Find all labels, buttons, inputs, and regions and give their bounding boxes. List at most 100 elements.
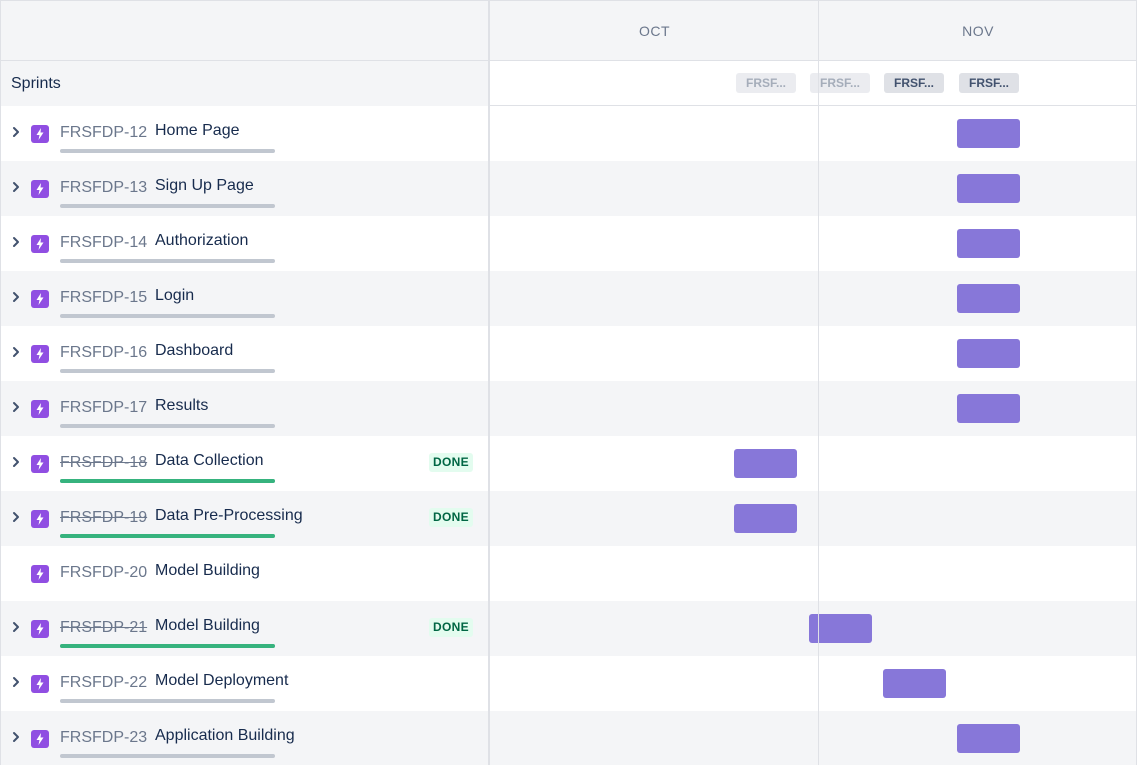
issue-title[interactable]: Data Pre-Processing xyxy=(155,506,303,526)
chevron-right-icon[interactable] xyxy=(9,290,23,304)
grid-border xyxy=(0,0,1,765)
issue-row[interactable]: FRSFDP-17 Results xyxy=(0,381,1137,436)
progress-bar xyxy=(60,204,275,208)
timeline-bar[interactable] xyxy=(957,724,1020,753)
timeline-bar[interactable] xyxy=(957,229,1020,258)
issue-key[interactable]: FRSFDP-12 xyxy=(60,123,147,143)
issue-key[interactable]: FRSFDP-21 xyxy=(60,618,147,638)
issue-title[interactable]: Home Page xyxy=(155,121,240,141)
epic-lightning-icon xyxy=(31,455,49,473)
issue-row[interactable]: FRSFDP-16 Dashboard xyxy=(0,326,1137,381)
timeline-bar[interactable] xyxy=(957,284,1020,313)
progress-bar xyxy=(60,259,275,263)
issue-title[interactable]: Login xyxy=(155,286,194,306)
status-badge: DONE xyxy=(429,618,473,637)
chevron-right-icon[interactable] xyxy=(9,620,23,634)
chevron-right-icon[interactable] xyxy=(9,510,23,524)
timeline-bar[interactable] xyxy=(734,504,797,533)
chevron-right-icon[interactable] xyxy=(9,235,23,249)
sprint-chip[interactable]: FRSF... xyxy=(736,73,796,93)
epic-lightning-icon xyxy=(31,235,49,253)
issue-title[interactable]: Sign Up Page xyxy=(155,176,254,196)
chevron-right-icon[interactable] xyxy=(9,675,23,689)
progress-bar-fill xyxy=(60,534,275,538)
chevron-right-icon[interactable] xyxy=(9,400,23,414)
epic-lightning-icon xyxy=(31,290,49,308)
epic-lightning-icon xyxy=(31,345,49,363)
timeline-bar[interactable] xyxy=(883,669,946,698)
chevron-right-icon[interactable] xyxy=(9,345,23,359)
issue-key[interactable]: FRSFDP-19 xyxy=(60,508,147,528)
chevron-right-icon[interactable] xyxy=(9,180,23,194)
issue-row[interactable]: FRSFDP-18 Data Collection DONE xyxy=(0,436,1137,491)
month-label-nov: NOV xyxy=(962,23,994,39)
epic-lightning-icon xyxy=(31,125,49,143)
issue-row[interactable]: FRSFDP-13 Sign Up Page xyxy=(0,161,1137,216)
issue-title[interactable]: Model Deployment xyxy=(155,671,288,691)
issue-title[interactable]: Results xyxy=(155,396,208,416)
issue-key[interactable]: FRSFDP-14 xyxy=(60,233,147,253)
sprint-chip[interactable]: FRSF... xyxy=(959,73,1019,93)
sprints-label-cell xyxy=(0,61,489,106)
progress-bar xyxy=(60,424,275,428)
issue-key[interactable]: FRSFDP-13 xyxy=(60,178,147,198)
timeline-bar[interactable] xyxy=(957,394,1020,423)
issue-key[interactable]: FRSFDP-16 xyxy=(60,343,147,363)
issue-title[interactable]: Application Building xyxy=(155,726,295,746)
progress-bar xyxy=(60,534,275,538)
progress-bar-fill xyxy=(60,644,275,648)
list-timeline-divider[interactable] xyxy=(488,0,490,765)
progress-bar xyxy=(60,754,275,758)
roadmap-view: OCT NOV Sprints FRSF... FRSF... FRSF... … xyxy=(0,0,1137,765)
progress-bar xyxy=(60,149,275,153)
timeline-bar[interactable] xyxy=(957,339,1020,368)
timeline-bar[interactable] xyxy=(957,174,1020,203)
progress-bar-fill xyxy=(60,479,275,483)
issue-title[interactable]: Dashboard xyxy=(155,341,233,361)
issue-title[interactable]: Authorization xyxy=(155,231,248,251)
sprints-label: Sprints xyxy=(11,75,61,92)
chevron-right-icon[interactable] xyxy=(9,125,23,139)
issue-row[interactable]: FRSFDP-22 Model Deployment xyxy=(0,656,1137,711)
sprint-chip[interactable]: FRSF... xyxy=(884,73,944,93)
epic-lightning-icon xyxy=(31,620,49,638)
month-label-oct: OCT xyxy=(638,23,671,39)
sprints-row: Sprints FRSF... FRSF... FRSF... FRSF... xyxy=(0,61,1137,106)
epic-lightning-icon xyxy=(31,510,49,528)
timeline-bar[interactable] xyxy=(957,119,1020,148)
progress-bar xyxy=(60,479,275,483)
issue-row[interactable]: FRSFDP-14 Authorization xyxy=(0,216,1137,271)
chevron-right-icon[interactable] xyxy=(9,455,23,469)
progress-bar xyxy=(60,314,275,318)
progress-bar xyxy=(60,699,275,703)
issue-key[interactable]: FRSFDP-20 xyxy=(60,563,147,583)
issue-row[interactable]: FRSFDP-12 Home Page xyxy=(0,106,1137,161)
epic-lightning-icon xyxy=(31,180,49,198)
issue-key[interactable]: FRSFDP-23 xyxy=(60,728,147,748)
month-gridline xyxy=(818,0,819,765)
issue-row[interactable]: FRSFDP-23 Application Building xyxy=(0,711,1137,765)
chevron-right-icon[interactable] xyxy=(9,730,23,744)
issue-row[interactable]: FRSFDP-21 Model Building DONE xyxy=(0,601,1137,656)
issue-key[interactable]: FRSFDP-22 xyxy=(60,673,147,693)
status-badge: DONE xyxy=(429,453,473,472)
issue-key[interactable]: FRSFDP-18 xyxy=(60,453,147,473)
epic-lightning-icon xyxy=(31,675,49,693)
epic-lightning-icon xyxy=(31,400,49,418)
issue-title[interactable]: Data Collection xyxy=(155,451,264,471)
epic-lightning-icon xyxy=(31,730,49,748)
progress-bar xyxy=(60,644,275,648)
issue-row[interactable]: FRSFDP-19 Data Pre-Processing DONE xyxy=(0,491,1137,546)
issue-row[interactable]: FRSFDP-20 Model Building xyxy=(0,546,1137,601)
timeline-header: OCT NOV xyxy=(0,0,1137,61)
progress-bar xyxy=(60,369,275,373)
epic-lightning-icon xyxy=(31,565,49,583)
issue-row[interactable]: FRSFDP-15 Login xyxy=(0,271,1137,326)
issue-key[interactable]: FRSFDP-15 xyxy=(60,288,147,308)
issue-key[interactable]: FRSFDP-17 xyxy=(60,398,147,418)
sprint-chip[interactable]: FRSF... xyxy=(810,73,870,93)
issue-title[interactable]: Model Building xyxy=(155,616,260,636)
issue-title[interactable]: Model Building xyxy=(155,561,260,581)
status-badge: DONE xyxy=(429,508,473,527)
timeline-bar[interactable] xyxy=(734,449,797,478)
